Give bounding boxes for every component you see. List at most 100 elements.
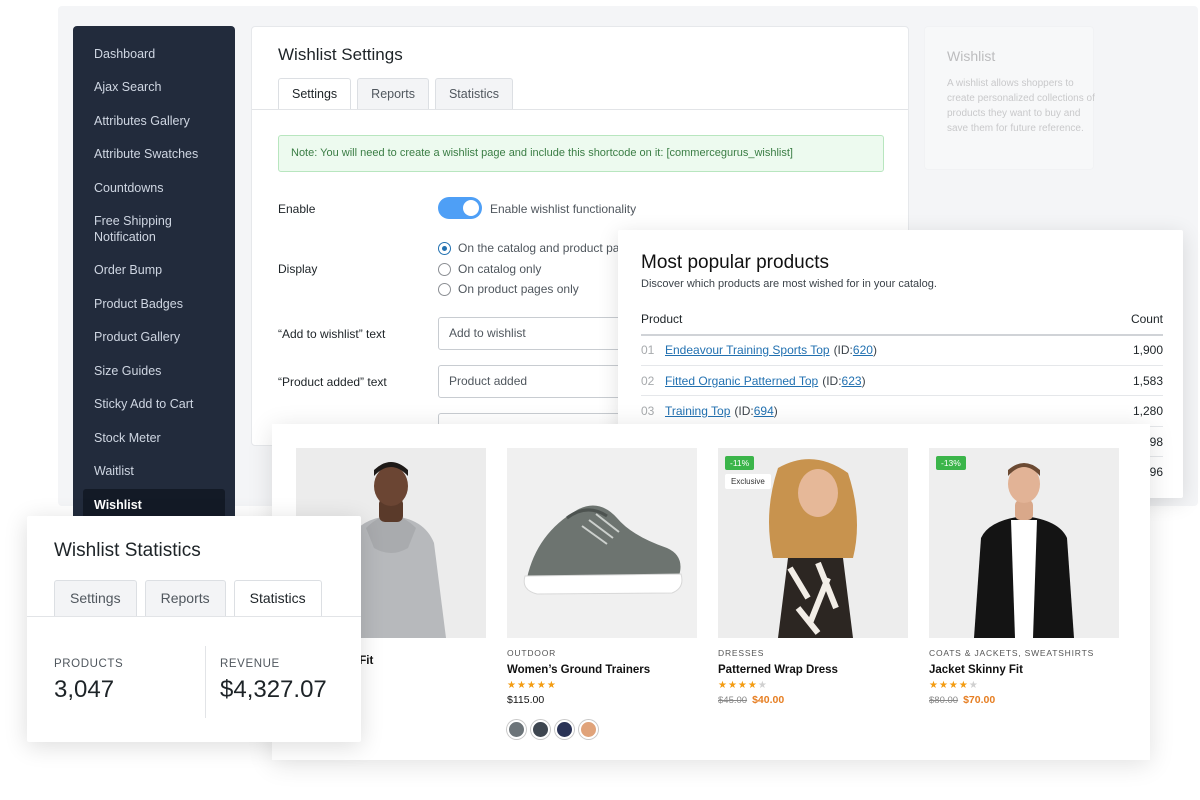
settings-tabs: Settings Reports Statistics (278, 78, 513, 110)
sale-badge: -13% (936, 456, 966, 470)
sidebar-item-ajax-search[interactable]: Ajax Search (73, 72, 235, 106)
sidebar-item-waitlist[interactable]: Waitlist (73, 456, 235, 490)
sidebar-item-size-guides[interactable]: Size Guides (73, 355, 235, 389)
swatch-navy[interactable] (555, 720, 574, 739)
sidebar-item-attribute-swatches[interactable]: Attribute Swatches (73, 139, 235, 173)
radio-label: On product pages only (458, 282, 579, 296)
id-prefix: (ID: (833, 343, 853, 357)
swatch-grey[interactable] (507, 720, 526, 739)
jacket-model-photo[interactable]: -13% (929, 448, 1119, 638)
tab-reports[interactable]: Reports (357, 78, 429, 110)
add-to-wishlist-text-input[interactable]: Add to wishlist (438, 317, 638, 350)
radio-label: On the catalog and product pa (458, 241, 620, 255)
color-swatches (507, 720, 697, 739)
sneaker-illustration (507, 448, 697, 638)
display-option-both[interactable]: On the catalog and product pa (438, 241, 619, 255)
sidebar-item-attributes-gallery[interactable]: Attributes Gallery (73, 105, 235, 139)
sidebar-item-sticky-add-to-cart[interactable]: Sticky Add to Cart (73, 389, 235, 423)
row-count: 1,900 (1132, 343, 1163, 357)
popular-title: Most popular products (641, 252, 829, 273)
popular-subtitle: Discover which products are most wished … (641, 278, 937, 290)
id-suffix: ) (861, 373, 866, 388)
radio-button[interactable] (438, 262, 451, 276)
sale-badge: -11% (725, 456, 755, 470)
radio-button[interactable] (438, 282, 451, 296)
filled-stars: ★★★★ (929, 680, 969, 691)
admin-sidebar: Dashboard Ajax Search Attributes Gallery… (73, 26, 235, 526)
add-to-wishlist-text-label: “Add to wishlist” text (278, 327, 386, 341)
product-name[interactable]: Women’s Ground Trainers (507, 664, 697, 676)
jacket-model-illustration (929, 448, 1119, 638)
product-added-text-label: “Product added” text (278, 375, 387, 389)
empty-stars: ★ (757, 680, 768, 691)
product-link[interactable]: Endeavour Training Sports Top (665, 343, 830, 357)
radio-label: On catalog only (458, 262, 542, 276)
radio-button[interactable] (438, 241, 451, 255)
row-count: 96 (1149, 464, 1163, 479)
revenue-stat-value: $4,327.07 (220, 676, 327, 703)
product-id-link[interactable]: 620 (853, 343, 873, 357)
product-category: COATS & JACKETS, SWEATSHIRTS (929, 648, 1095, 658)
sidebar-item-product-badges[interactable]: Product Badges (73, 288, 235, 322)
swatch-tan[interactable] (579, 720, 598, 739)
sale-price: $40.00 (752, 694, 785, 706)
product-id-link[interactable]: 623 (842, 374, 862, 388)
sneaker-photo[interactable] (507, 448, 697, 638)
product-category: OUTDOOR (507, 648, 557, 658)
tab-reports[interactable]: Reports (144, 580, 226, 616)
row-count: 1,583 (1132, 373, 1163, 388)
tab-statistics[interactable]: Statistics (434, 78, 513, 110)
wishlist-statistics-card: Wishlist Statistics Settings Reports Sta… (27, 516, 361, 742)
tab-statistics[interactable]: Statistics (233, 580, 322, 616)
display-option-product[interactable]: On product pages only (438, 282, 579, 296)
product-price: $45.00 $40.00 (718, 694, 908, 706)
sidebar-item-free-shipping[interactable]: Free Shipping Notification (73, 206, 235, 255)
column-header-count: Count (1130, 312, 1163, 326)
product-card[interactable]: -13% COATS & JACKETS, SWEATSHIRTS Jacket… (929, 448, 1119, 706)
product-link[interactable]: Fitted Organic Patterned Top (665, 374, 818, 388)
rating-stars: ★★★★★ (929, 680, 1119, 691)
sidebar-item-dashboard[interactable]: Dashboard (73, 38, 235, 72)
shortcode-notice: Note: You will need to create a wishlist… (278, 135, 884, 172)
stat-divider (205, 646, 206, 718)
product-id-link[interactable]: 694 (754, 404, 774, 418)
product-name[interactable]: Jacket Skinny Fit (929, 664, 1119, 676)
shop-product-grid: lar Fit OUTDOOR Women’s Ground Trainers … (272, 424, 1150, 760)
row-number: 03 (641, 403, 655, 418)
tab-settings[interactable]: Settings (54, 580, 137, 616)
sidebar-item-order-bump[interactable]: Order Bump (73, 255, 235, 289)
rating-stars: ★★★★★ (507, 680, 697, 691)
enable-toggle[interactable] (438, 197, 482, 219)
id-prefix: (ID: (734, 403, 754, 418)
old-price: $45.00 (718, 695, 748, 706)
id-suffix: ) (773, 403, 778, 418)
product-price: $80.00 $70.00 (929, 694, 1119, 706)
id-suffix: ) (872, 343, 877, 357)
product-price: $115.00 (507, 694, 545, 706)
row-count: 1,280 (1132, 403, 1163, 418)
sidebar-item-stock-meter[interactable]: Stock Meter (73, 422, 235, 456)
products-stat-value: 3,047 (54, 676, 115, 703)
enable-toggle-text: Enable wishlist functionality (490, 202, 637, 216)
statistics-tabs: Settings Reports Statistics (54, 580, 322, 616)
sidebar-item-countdowns[interactable]: Countdowns (73, 172, 235, 206)
tab-settings[interactable]: Settings (278, 78, 352, 110)
display-option-catalog[interactable]: On catalog only (438, 262, 541, 276)
product-added-text-input[interactable]: Product added (438, 365, 638, 398)
product-name[interactable]: Patterned Wrap Dress (718, 664, 908, 676)
product-card[interactable]: -11% Exclusive DRESSES Patterned Wrap Dr… (718, 448, 908, 706)
table-row: 03 Training Top (ID: 694) 1,280 (641, 395, 1163, 425)
page-title: Wishlist Settings (278, 45, 403, 64)
empty-stars: ★ (968, 680, 979, 691)
swatch-charcoal[interactable] (531, 720, 550, 739)
sidebar-item-product-gallery[interactable]: Product Gallery (73, 322, 235, 356)
sale-price: $70.00 (963, 694, 996, 706)
exclusive-badge: Exclusive (725, 474, 771, 489)
table-row: 02 Fitted Organic Patterned Top (ID: 623… (641, 365, 1163, 395)
product-card[interactable]: OUTDOOR Women’s Ground Trainers ★★★★★ $1… (507, 448, 697, 739)
wishlist-info-card: Wishlist A wishlist allows shoppers to c… (924, 26, 1095, 170)
enable-label: Enable (278, 202, 316, 216)
product-link[interactable]: Training Top (665, 404, 730, 418)
dress-model-photo[interactable]: -11% Exclusive (718, 448, 908, 638)
old-price: $80.00 (929, 695, 959, 706)
